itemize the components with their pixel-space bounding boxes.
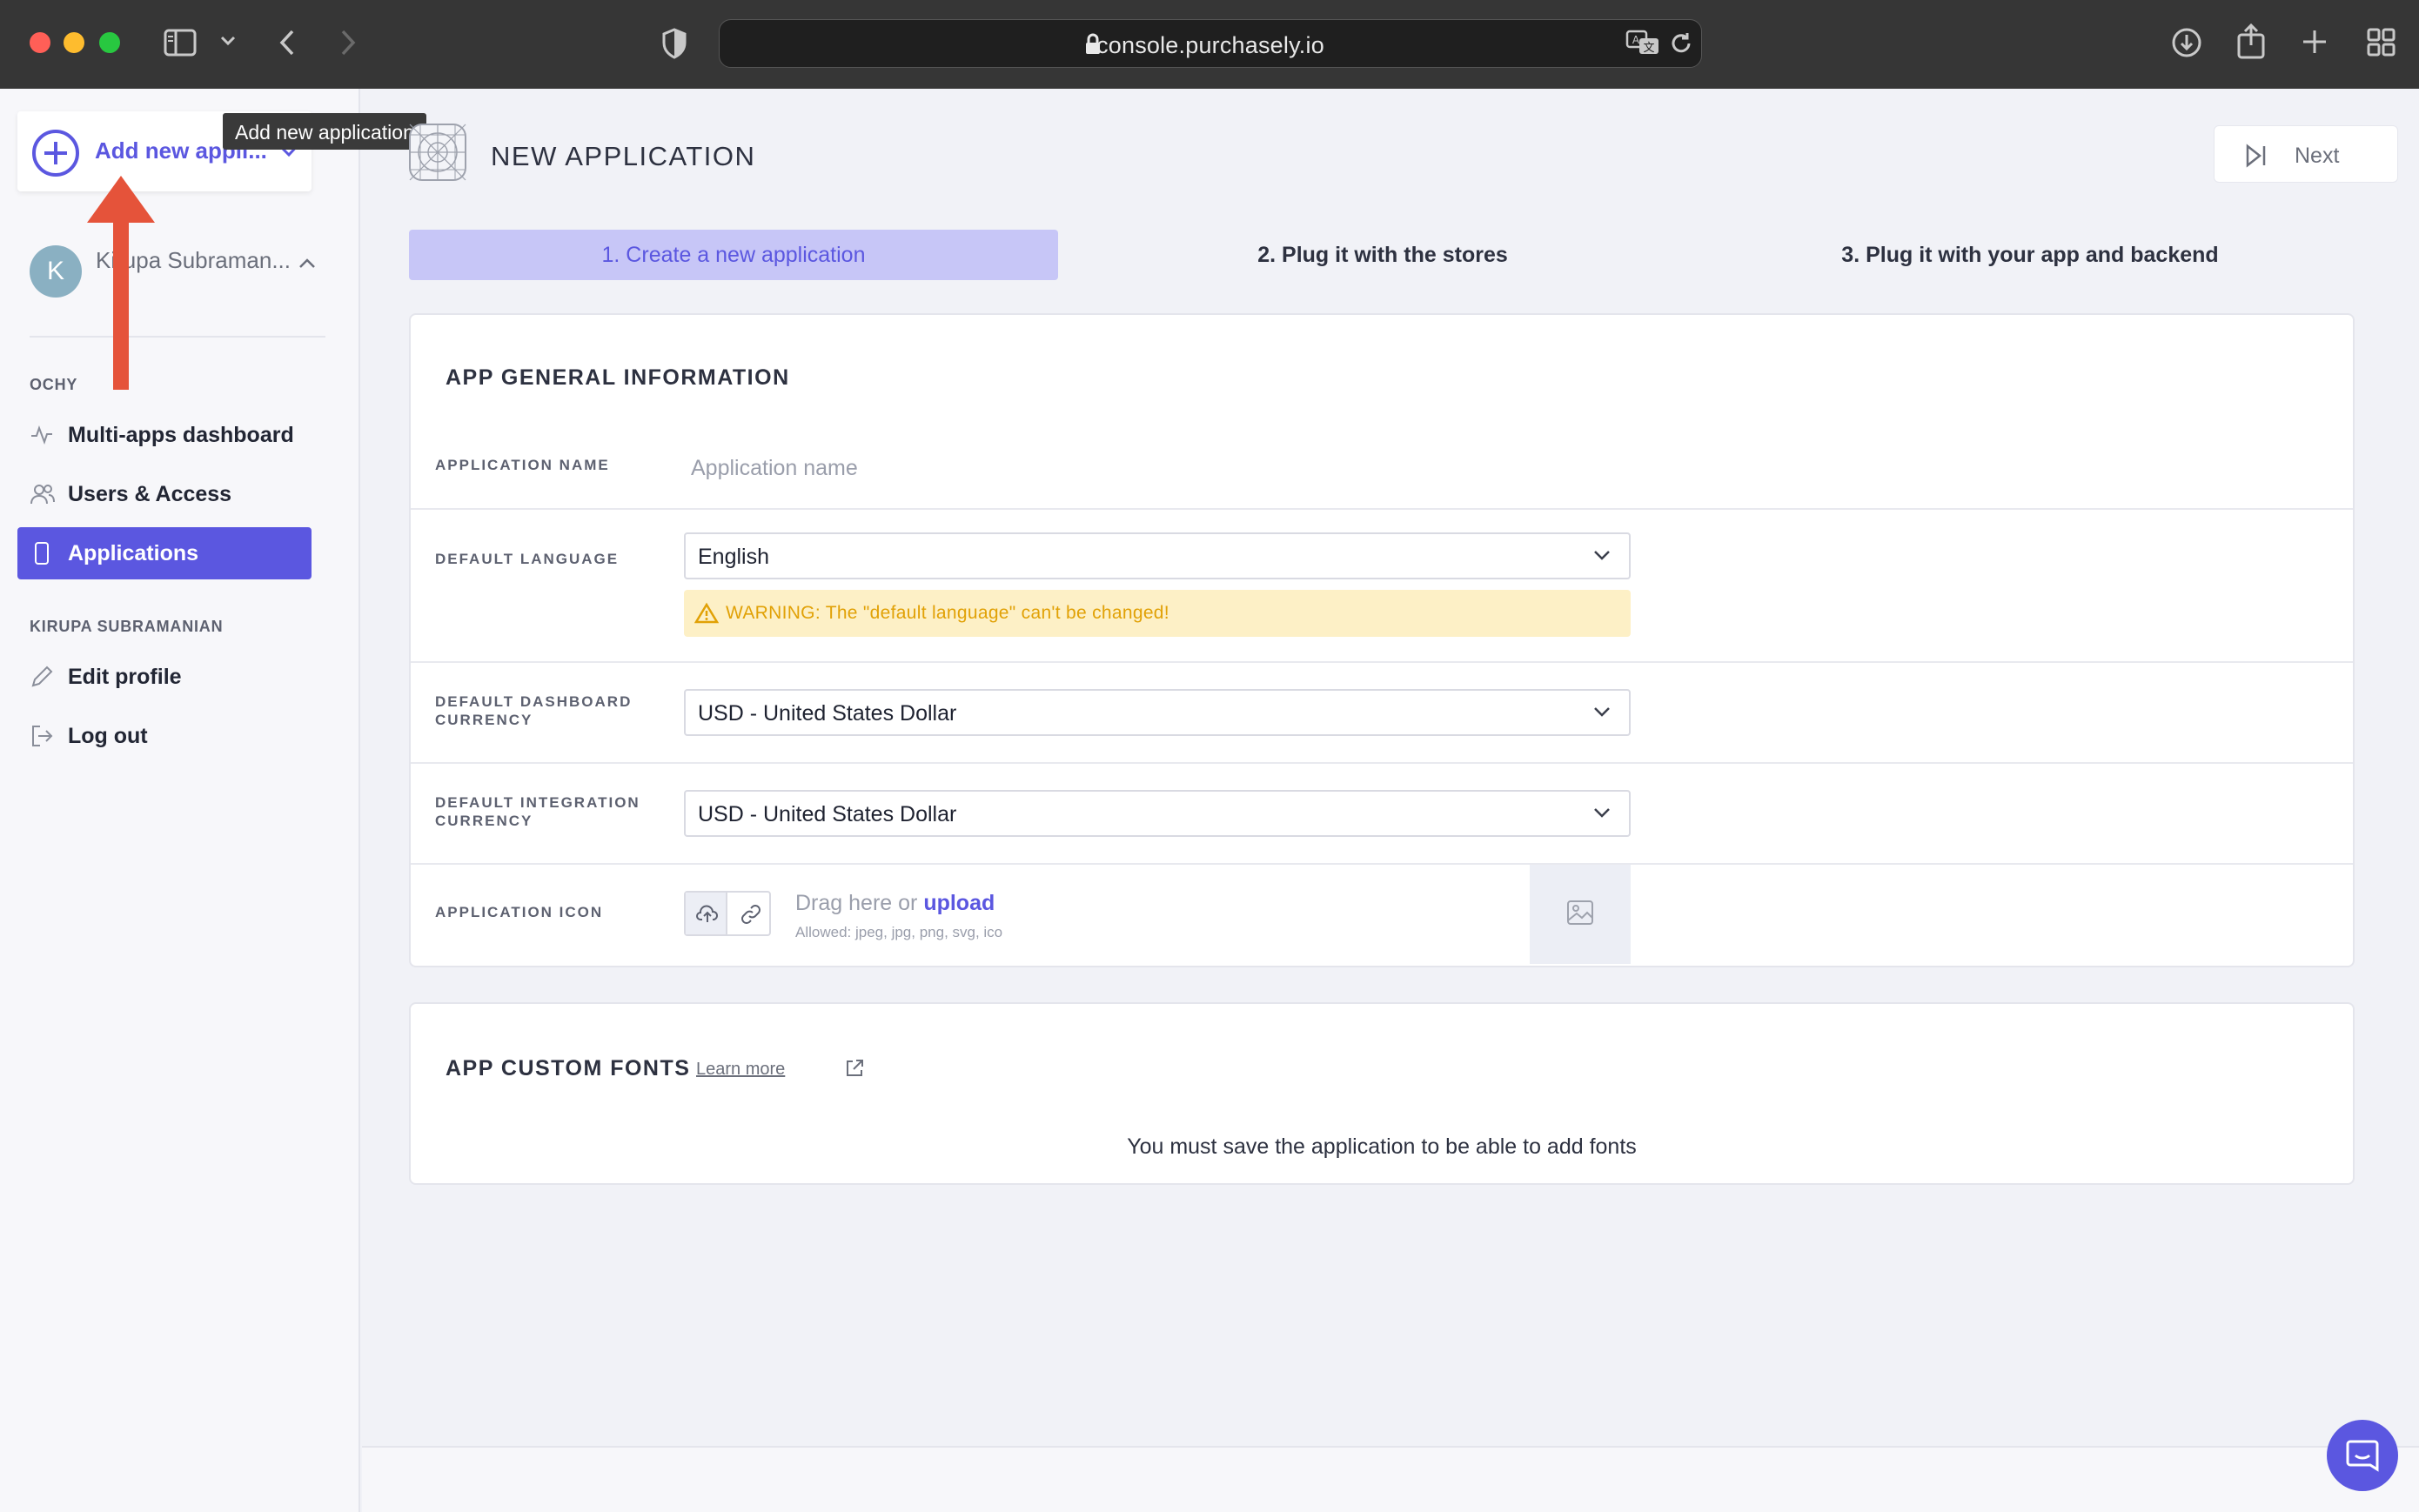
application-name-label: APPLICATION NAME: [435, 457, 610, 473]
app-placeholder-logo-icon: [409, 124, 466, 181]
sidebar-item-multi-apps-dashboard[interactable]: Multi-apps dashboard: [17, 409, 312, 461]
chevron-down-icon[interactable]: [219, 35, 237, 47]
user-section-label: KIRUPA SUBRAMANIAN: [30, 618, 224, 635]
step-create-application[interactable]: 1. Create a new application: [409, 230, 1058, 280]
user-menu[interactable]: K Kirupa Subraman...: [30, 245, 325, 301]
activity-icon: [30, 423, 54, 452]
sidebar-item-label: Applications: [68, 541, 199, 565]
default-language-select[interactable]: English: [684, 532, 1631, 579]
application-icon-label: APPLICATION ICON: [435, 904, 604, 920]
svg-text:文: 文: [1643, 42, 1654, 55]
default-language-label: DEFAULT LANGUAGE: [435, 551, 620, 567]
sidebar-divider: [30, 336, 325, 338]
sidebar-item-label: Log out: [68, 724, 148, 748]
sidebar-item-edit-profile[interactable]: Edit profile: [17, 651, 312, 703]
drag-here-text: Drag here or: [795, 891, 918, 915]
app-custom-fonts-card: APP CUSTOM FONTS Learn more You must sav…: [409, 1002, 2355, 1185]
icon-dropzone[interactable]: Drag here or upload: [795, 891, 995, 916]
sidebar: Add new appli... K Kirupa Subraman... OC…: [0, 89, 360, 1512]
support-chat-button[interactable]: [2327, 1420, 2398, 1491]
learn-more-link[interactable]: Learn more: [696, 1060, 785, 1080]
external-link-icon[interactable]: [844, 1058, 865, 1083]
translate-icon[interactable]: 文A: [1625, 30, 1660, 56]
avatar: K: [30, 245, 82, 298]
url-text: console.purchasely.io: [1096, 32, 1324, 58]
integration-currency-label: DEFAULT INTEGRATION CURRENCY: [435, 794, 640, 829]
chevron-down-icon: [1592, 548, 1612, 566]
back-icon[interactable]: [277, 28, 298, 57]
sidebar-item-label: Multi-apps dashboard: [68, 423, 294, 447]
step-plug-app-backend[interactable]: 3. Plug it with your app and backend: [1705, 230, 2355, 280]
app-general-information-card: APP GENERAL INFORMATION APPLICATION NAME…: [409, 313, 2355, 967]
logout-icon: [30, 724, 54, 753]
application-name-input[interactable]: Application name: [691, 456, 858, 481]
fonts-save-message: You must save the application to be able…: [1127, 1134, 1637, 1159]
maximize-window-button[interactable]: [99, 32, 120, 53]
skip-next-icon: [2244, 144, 2268, 172]
chevron-up-icon: [298, 258, 317, 274]
sidebar-item-applications[interactable]: Applications: [17, 527, 312, 579]
next-button[interactable]: Next: [2214, 125, 2398, 183]
sidebar-item-log-out[interactable]: Log out: [17, 710, 312, 762]
dashboard-currency-row: DEFAULT DASHBOARD CURRENCY USD - United …: [411, 661, 2353, 762]
integration-currency-select[interactable]: USD - United States Dollar: [684, 790, 1631, 837]
upload-cloud-button[interactable]: [686, 893, 727, 934]
icon-preview: [1530, 865, 1631, 964]
chat-icon: [2346, 1440, 2379, 1472]
allowed-formats-text: Allowed: jpeg, jpg, png, svg, ico: [795, 924, 1003, 940]
default-language-row: DEFAULT LANGUAGE English WARNING: The "d…: [411, 508, 2353, 661]
dashboard-currency-label: DEFAULT DASHBOARD CURRENCY: [435, 693, 633, 728]
icon-source-toggle: [684, 891, 771, 936]
integration-currency-row: DEFAULT INTEGRATION CURRENCY USD - Unite…: [411, 762, 2353, 863]
language-warning-banner: WARNING: The "default language" can't be…: [684, 590, 1631, 637]
new-tab-icon[interactable]: [2301, 28, 2329, 56]
upload-link[interactable]: upload: [923, 891, 995, 915]
dashboard-currency-value: USD - United States Dollar: [698, 701, 957, 726]
share-icon[interactable]: [2236, 23, 2266, 59]
browser-toolbar: console.purchasely.io 文A: [0, 0, 2419, 89]
default-language-value: English: [698, 545, 769, 569]
lock-icon: [1084, 33, 1102, 60]
sidebar-item-label: Edit profile: [68, 665, 182, 689]
chevron-down-icon: [1592, 806, 1612, 824]
step-plug-stores[interactable]: 2. Plug it with the stores: [1058, 230, 1707, 280]
tab-overview-icon[interactable]: [2367, 28, 2396, 57]
phone-icon: [30, 541, 54, 570]
forward-icon[interactable]: [338, 28, 358, 57]
annotation-arrow-icon: [82, 174, 160, 405]
org-section-label: OCHY: [30, 376, 78, 393]
close-window-button[interactable]: [30, 32, 50, 53]
next-button-label: Next: [2295, 144, 2340, 168]
link-url-button[interactable]: [729, 893, 771, 934]
address-bar[interactable]: console.purchasely.io: [719, 19, 1702, 68]
sidebar-toggle-icon[interactable]: [164, 28, 198, 57]
integration-currency-value: USD - United States Dollar: [698, 802, 957, 826]
privacy-shield-icon[interactable]: [661, 28, 687, 59]
svg-text:A: A: [1632, 34, 1640, 46]
bottom-bar: [362, 1446, 2419, 1512]
reload-icon[interactable]: [1669, 31, 1693, 56]
general-card-title: APP GENERAL INFORMATION: [446, 365, 790, 390]
plus-circle-icon: [31, 129, 80, 182]
pencil-icon: [30, 665, 54, 693]
page-title: NEW APPLICATION: [491, 141, 756, 171]
minimize-window-button[interactable]: [64, 32, 84, 53]
application-icon-row: APPLICATION ICON Drag here or upload All…: [411, 863, 2353, 964]
downloads-icon[interactable]: [2170, 26, 2203, 59]
main-content: NEW APPLICATION Next 1. Create a new app…: [362, 89, 2419, 1446]
warning-triangle-icon: [694, 602, 720, 629]
fonts-card-title: APP CUSTOM FONTS: [446, 1056, 691, 1080]
dashboard-currency-select[interactable]: USD - United States Dollar: [684, 689, 1631, 736]
sidebar-item-users-access[interactable]: Users & Access: [17, 468, 312, 520]
sidebar-item-label: Users & Access: [68, 482, 232, 506]
language-warning-text: WARNING: The "default language" can't be…: [726, 603, 1169, 623]
chevron-down-icon: [1592, 705, 1612, 723]
users-icon: [30, 482, 56, 511]
